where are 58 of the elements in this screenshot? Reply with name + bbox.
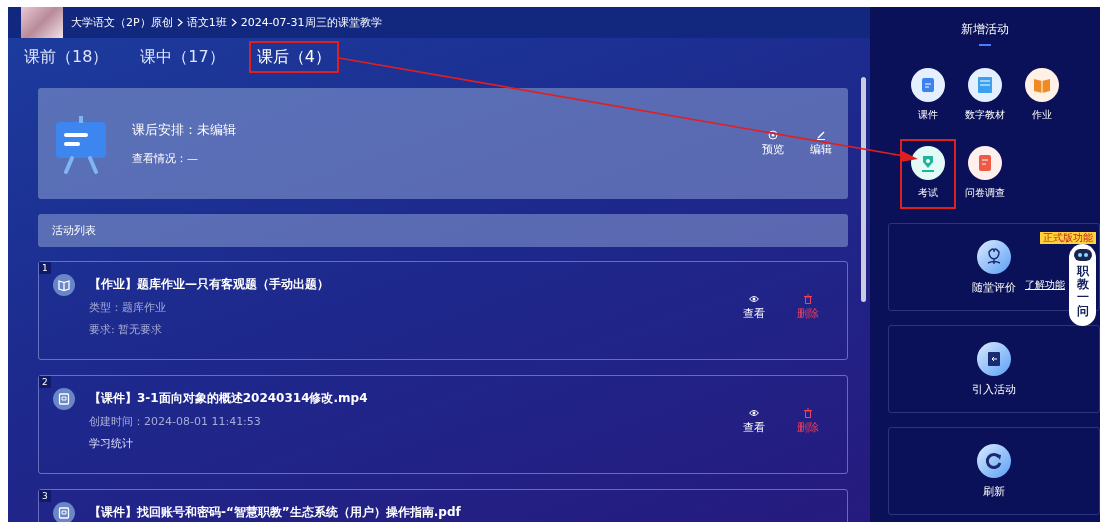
assistant-button[interactable]: 职教一问: [1069, 244, 1096, 326]
activity-list-header: 活动列表: [38, 214, 848, 247]
statistics-link[interactable]: 学习统计: [89, 436, 729, 451]
activity-detail: 要求: 暂无要求: [89, 322, 164, 337]
activity-detail: 类型：题库作业: [89, 300, 167, 315]
tool-button[interactable]: 随堂评价: [972, 279, 1016, 295]
chevron-icon: [230, 18, 237, 27]
refresh-icon: [977, 443, 1011, 478]
delete-button[interactable]: 删除: [797, 408, 819, 435]
tool-card[interactable]: 引入活动: [888, 325, 1100, 413]
tab[interactable]: 课中（17）: [132, 41, 233, 73]
add-activity-button[interactable]: 数字教材: [957, 61, 1013, 131]
pen-nib-icon: [911, 146, 945, 180]
trash-icon: [803, 408, 813, 418]
activity-title: 【作业】题库作业—只有客观题（手动出题）: [89, 276, 330, 293]
add-activity-button[interactable]: 问卷调查: [957, 139, 1013, 209]
delete-button[interactable]: 删除: [797, 294, 819, 321]
pencil-icon: [816, 130, 826, 140]
view-button[interactable]: 查看: [743, 294, 765, 321]
clipboard-icon: [968, 146, 1002, 180]
photo-placeholder: [21, 7, 63, 38]
book-icon: [53, 274, 75, 296]
robot-icon: [1072, 248, 1093, 262]
chevron-icon: [176, 18, 183, 27]
breadcrumb-item[interactable]: 大学语文（2P）原创: [71, 15, 173, 30]
import-icon: [977, 341, 1011, 376]
preview-button[interactable]: 预览: [762, 130, 784, 157]
view-button[interactable]: 查看: [743, 408, 765, 435]
item-number: 3: [39, 490, 51, 502]
open-book-icon: [1025, 68, 1059, 102]
breadcrumb-item[interactable]: 语文1班: [186, 15, 227, 30]
breadcrumb-item: 2024-07-31周三的课堂教学: [240, 15, 382, 30]
scrollbar[interactable]: [861, 77, 866, 302]
folder-icon: [911, 68, 945, 102]
summary-title: 课后安排：未编辑: [132, 121, 237, 139]
activity-title: 【课件】找回账号和密码-“智慧职教”生态系统（用户）操作指南.pdf: [89, 504, 462, 521]
book-icon: [968, 68, 1002, 102]
tab[interactable]: 课后（4）: [248, 41, 339, 73]
tool-button[interactable]: 引入活动: [972, 381, 1016, 397]
add-activity-button[interactable]: 考试: [900, 139, 956, 209]
item-number: 1: [39, 262, 51, 274]
title-underline: [979, 44, 991, 46]
trash-icon: [803, 294, 813, 304]
add-activity-button[interactable]: 课件: [900, 61, 956, 131]
activity-detail: 创建时间：2024-08-01 11:41:53: [89, 414, 262, 429]
edit-button[interactable]: 编辑: [810, 130, 832, 157]
view-status: 查看情况：—: [132, 151, 199, 166]
tab[interactable]: 课前（18）: [16, 41, 117, 73]
badge: 正式版功能: [1040, 232, 1096, 244]
panel-title: 新增活动: [960, 21, 1010, 38]
learn-more-link[interactable]: 了解功能: [1025, 278, 1065, 292]
document-icon: [53, 502, 75, 522]
document-icon: [53, 388, 75, 410]
item-number: 2: [39, 376, 51, 388]
tool-card[interactable]: 刷新: [888, 427, 1100, 515]
tool-button[interactable]: 刷新: [983, 483, 1005, 499]
add-activity-button[interactable]: 作业: [1014, 61, 1070, 131]
activity-title: 【课件】3-1面向对象的概述20240314修改.mp4: [89, 390, 369, 407]
